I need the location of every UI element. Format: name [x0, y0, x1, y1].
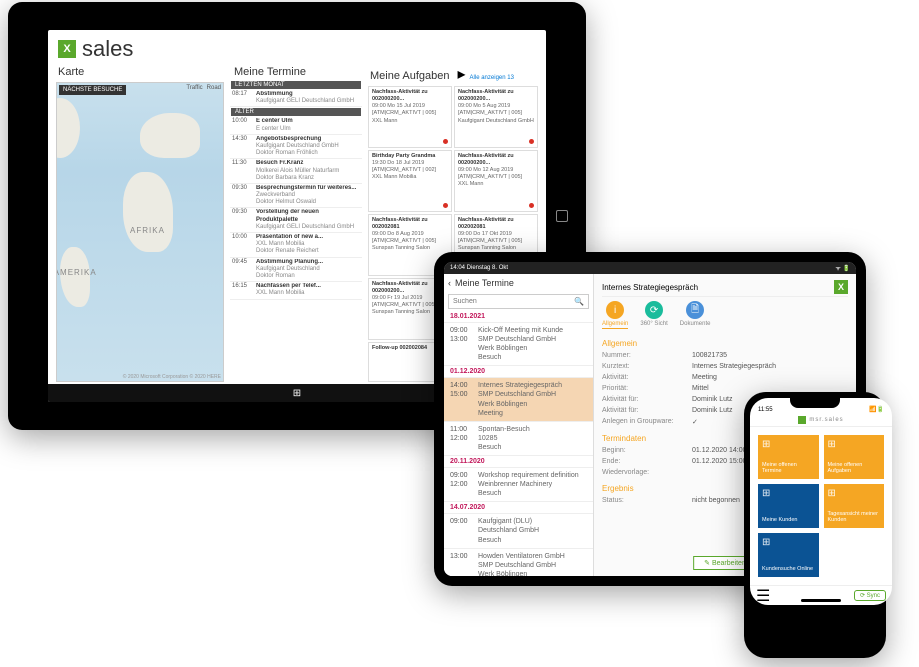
termine-item[interactable]: 08:17AbstimmungKaufgigant GELI Deutschla…: [230, 90, 362, 107]
status-dot-icon: [529, 139, 534, 144]
termine-list-item[interactable]: 09:00Kaufgigant (DLU)Deutschland GmbHBes…: [444, 514, 593, 548]
termine-list-item[interactable]: 14:0015:00Internes StrategiegesprächSMP …: [444, 378, 593, 421]
detail-tabs: iAllgemein ⟳360° Sicht 🗎Dokumente: [602, 297, 848, 333]
map-controls[interactable]: Traffic Road: [186, 85, 221, 91]
tile-icon: ⊞: [828, 439, 836, 451]
signal-battery-icon: 📶🔋: [869, 406, 884, 413]
status-bar: 14:04 Dienstag 8. Okt ᯤ 🔋: [444, 262, 856, 274]
app-logo-icon: X: [834, 280, 848, 294]
app-brand: sales: [82, 36, 133, 62]
aufgabe-card[interactable]: Nachfass-Aktivität zu 002000200...09:00 …: [454, 150, 538, 212]
home-tile[interactable]: ⊞Kundensuche Online: [758, 533, 819, 577]
termine-item[interactable]: 09:30Vorstellung der neuen Produktpalett…: [230, 208, 362, 233]
tile-icon: ⊞: [762, 488, 770, 500]
search-icon[interactable]: 🔍: [574, 297, 584, 306]
sidebar-header[interactable]: ‹ Meine Termine: [444, 274, 593, 292]
sync-button[interactable]: ⟳ Sync: [854, 590, 886, 601]
status-dot-icon: [443, 139, 448, 144]
termine-item[interactable]: 11:30Besuch Fr.KranzMolkerei Alois Mülle…: [230, 159, 362, 184]
date-header: 01.12.2020: [444, 366, 593, 378]
date-header: 20.11.2020: [444, 456, 593, 468]
document-icon: 🗎: [686, 301, 704, 319]
home-indicator[interactable]: [801, 599, 841, 602]
phone-header: msr.sales: [750, 414, 892, 427]
termine-item[interactable]: 10:00E center UlmE center Ulm: [230, 117, 362, 134]
aufgaben-title: Meine Aufgaben: [366, 68, 454, 84]
tab-360[interactable]: ⟳360° Sicht: [640, 301, 667, 329]
refresh-icon: ⟳: [645, 301, 663, 319]
termine-column: Meine Termine LETZTEN MONAT 08:17Abstimm…: [230, 64, 362, 384]
tile-icon: ⊞: [762, 439, 770, 451]
wifi-battery-icon: ᯤ 🔋: [835, 264, 850, 272]
section-allgemein: Allgemein: [602, 339, 848, 348]
show-all-link[interactable]: Alle anzeigen 13: [470, 75, 514, 81]
search-input[interactable]: 🔍: [448, 294, 589, 309]
app-logo-icon: X: [58, 40, 76, 58]
aufgabe-card[interactable]: Birthday Party Grandma19:30 Do 18 Jul 20…: [368, 150, 452, 212]
aufgabe-card[interactable]: Nachfass-Aktivität zu 002000200...09:00 …: [368, 86, 452, 148]
detail-field: Kurztext:Internes Strategiegespräch: [602, 361, 848, 372]
tile-icon: ⊞: [762, 537, 770, 549]
back-icon[interactable]: ‹: [448, 278, 451, 288]
termine-sidebar: ‹ Meine Termine 🔍 18.01.202109:0013:00Ki…: [444, 274, 594, 576]
termine-title: Meine Termine: [230, 64, 362, 80]
map-badge: NÄCHSTE BESUCHE: [59, 85, 126, 95]
termine-list-item[interactable]: 13:00Howden Ventilatoren GmbHSMP Deutsch…: [444, 549, 593, 576]
app-header: X sales: [48, 30, 546, 64]
detail-field: Nummer:100821735: [602, 350, 848, 361]
date-header: 14.07.2020: [444, 502, 593, 514]
tab-dokumente[interactable]: 🗎Dokumente: [680, 301, 711, 329]
home-tile[interactable]: ⊞Meine offenen Aufgaben: [824, 435, 885, 479]
info-icon: i: [606, 301, 624, 319]
detail-title: Internes Strategiegespräch: [602, 283, 698, 292]
detail-field: Aktivität:Meeting: [602, 372, 848, 383]
termine-list-item[interactable]: 11:0012:00Spontan-Besuch10285Besuch: [444, 422, 593, 456]
termine-item[interactable]: 10:00Präsentation of new a...XXL Mann Mo…: [230, 233, 362, 258]
aufgabe-card[interactable]: Nachfass-Aktivität zu 002000200...09:00 …: [454, 86, 538, 148]
termine-item[interactable]: 14:30AngebotsbesprechungKaufgigant Deuts…: [230, 135, 362, 160]
windows-start-icon[interactable]: ⊞: [293, 388, 301, 399]
phone-bottom-bar: ☰ ⟳ Sync: [750, 585, 892, 605]
termine-item[interactable]: 09:30Besprechungstermin für weiteres...Z…: [230, 184, 362, 209]
date-header: 18.01.2021: [444, 311, 593, 323]
home-tile[interactable]: ⊞Tagesansicht meiner Kunden: [824, 484, 885, 528]
home-tile[interactable]: ⊞Meine offenen Termine: [758, 435, 819, 479]
termine-list-item[interactable]: 09:0012:00Workshop requirement definitio…: [444, 468, 593, 502]
map-column: Karte NÄCHSTE BESUCHE Traffic Road AFRIK…: [54, 64, 226, 384]
status-dot-icon: [443, 203, 448, 208]
tab-allgemein[interactable]: iAllgemein: [602, 301, 628, 329]
tile-icon: ⊞: [828, 488, 836, 500]
menu-icon[interactable]: ☰: [756, 586, 770, 606]
map-title: Karte: [54, 64, 226, 80]
phone-screen: 11:55 📶🔋 msr.sales ⊞Meine offenen Termin…: [750, 398, 892, 605]
termine-item[interactable]: 09:45Abstimmung Planung...Kaufgigant Deu…: [230, 258, 362, 283]
termine-item[interactable]: 16:15Nachfassen per Telef...XXL Mann Mob…: [230, 282, 362, 299]
termine-list-item[interactable]: 09:0013:00Kick-Off Meeting mit KundeSMP …: [444, 323, 593, 366]
map-view[interactable]: NÄCHSTE BESUCHE Traffic Road AFRIKA AMER…: [56, 82, 224, 382]
section-older: ÄLTER: [231, 108, 361, 116]
section-last-month: LETZTEN MONAT: [231, 81, 361, 89]
home-tile[interactable]: ⊞Meine Kunden: [758, 484, 819, 528]
phone-device: 11:55 📶🔋 msr.sales ⊞Meine offenen Termin…: [744, 392, 886, 658]
status-dot-icon: [529, 203, 534, 208]
app-logo-icon: [798, 416, 806, 424]
tablet-home-button[interactable]: [556, 210, 568, 222]
phone-notch: [790, 398, 840, 408]
